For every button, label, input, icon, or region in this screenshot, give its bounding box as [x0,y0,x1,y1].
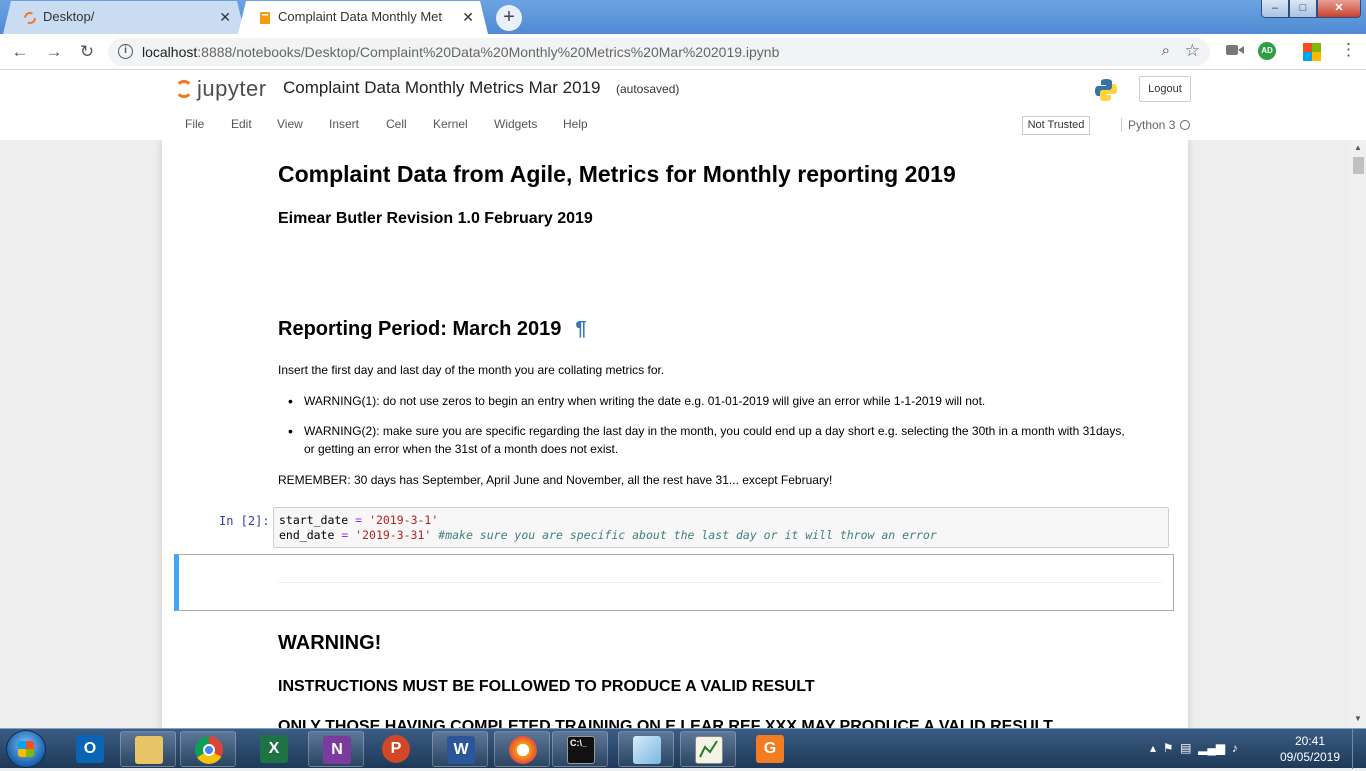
clock-time: 20:41 [1294,734,1326,748]
taskbar-outlook[interactable]: O [62,731,118,767]
search-icon[interactable]: ⌕ [1162,42,1170,59]
jupyter-logo-icon [175,80,193,98]
logout-button[interactable]: Logout [1139,76,1191,102]
instructions-heading: INSTRUCTIONS MUST BE FOLLOWED TO PRODUCE… [278,678,815,695]
file-explorer-icon [135,736,163,764]
minimize-button[interactable]: – [1261,0,1289,18]
notebook-title[interactable]: Complaint Data Monthly Metrics Mar 2019 [283,78,600,98]
clock-date: 09/05/2019 [1279,750,1341,764]
taskbar-clock[interactable]: 20:41 09/05/2019 [1275,733,1345,765]
tab-complaint-data[interactable]: Complaint Data Monthly Metrics ✕ [238,1,488,34]
remember-text: REMEMBER: 30 days has September, April J… [278,473,833,487]
intro-text: Insert the first day and last day of the… [278,363,665,377]
tab-desktop[interactable]: Desktop/ ✕ [3,1,245,34]
forward-arrow-icon[interactable]: → [42,40,66,64]
excel-icon: X [260,735,288,763]
reload-icon[interactable]: ↻ [75,40,99,64]
tab-label: Complaint Data Monthly Metrics [278,9,443,24]
new-tab-button[interactable]: + [496,5,522,31]
menu-view[interactable]: View [277,117,303,131]
office-extension-icon[interactable] [1303,43,1321,61]
trust-status-button[interactable]: Not Trusted [1022,116,1090,135]
taskbar-cmd[interactable]: C:\_ [552,731,608,767]
menu-help[interactable]: Help [563,117,588,131]
tab-label: Desktop/ [43,9,95,24]
back-arrow-icon[interactable]: ← [8,40,32,64]
autosave-status: (autosaved) [616,82,680,96]
powerpoint-icon: P [382,735,410,763]
browser-icon [509,736,537,764]
taskbar-notepad[interactable] [618,731,674,767]
menu-cell[interactable]: Cell [386,117,407,131]
kernel-idle-indicator-icon [1180,120,1190,130]
warning-heading: WARNING! [278,632,382,654]
notepad-icon [633,736,661,764]
camera-extension-icon[interactable] [1226,43,1244,57]
outlook-icon: O [76,735,104,763]
onenote-icon: N [323,736,351,764]
notebook-favicon-icon [260,12,270,24]
taskbar-pdf[interactable]: G [742,731,798,767]
notebook-page: Complaint Data from Agile, Metrics for M… [162,140,1188,728]
jupyter-favicon-icon [24,12,36,24]
show-desktop-button[interactable] [1352,729,1366,769]
vertical-scrollbar[interactable]: ▲ ▼ [1350,140,1366,728]
taskbar-chrome[interactable] [180,731,236,767]
list-item: WARNING(2): make sure you are specific r… [278,422,1128,458]
maximize-button[interactable]: □ [1289,0,1317,18]
menu-edit[interactable]: Edit [231,117,252,131]
window-close-button[interactable]: ✕ [1317,0,1361,18]
system-tray[interactable]: ▴ ⚑ ▤ ▂▄▆ ♪ [1150,741,1238,755]
chrome-icon [195,736,223,764]
selected-empty-cell[interactable] [174,554,1174,611]
info-icon[interactable]: i [118,44,133,59]
code-cell-editor[interactable]: start_date = '2019-3-1' end_date = '2019… [273,507,1169,548]
notebook-main-heading: Complaint Data from Agile, Metrics for M… [278,161,956,187]
url-text[interactable]: localhost:8888/notebooks/Desktop/Complai… [142,44,779,60]
cell-input-prompt: In [2]: [219,514,270,528]
taskbar-word[interactable]: W [432,731,488,767]
start-button[interactable] [6,730,46,768]
taskbar-powerpoint[interactable]: P [368,731,424,767]
taskbar-excel[interactable]: X [246,731,302,767]
kernel-name[interactable]: Python 3 [1121,118,1175,132]
jupyter-logo[interactable]: jupyter [175,76,267,102]
anchor-link-icon[interactable]: ¶ [575,318,586,340]
address-bar[interactable]: i localhost:8888/notebooks/Desktop/Compl… [108,38,1210,66]
profile-avatar[interactable]: AD [1258,42,1276,60]
taskbar-browser[interactable] [494,731,550,767]
python-logo-icon [1095,79,1117,101]
taskbar-onenote[interactable]: N [308,731,364,767]
training-heading: ONLY THOSE HAVING COMPLETED TRAINING ON … [278,718,1053,728]
jupyter-header: jupyter Complaint Data Monthly Metrics M… [0,70,1366,140]
close-icon[interactable]: ✕ [219,1,231,33]
author-revision: Eimear Butler Revision 1.0 February 2019 [278,210,593,227]
warning-list: WARNING(1): do not use zeros to begin an… [278,392,1128,458]
browser-tab-strip: Desktop/ ✕ Complaint Data Monthly Metric… [0,0,1366,34]
close-icon[interactable]: ✕ [462,1,474,33]
reporting-period-heading: Reporting Period: March 2019 ¶ [278,318,587,340]
pdf-icon: G [756,735,784,763]
list-item: WARNING(1): do not use zeros to begin an… [278,392,1128,410]
menu-widgets[interactable]: Widgets [494,117,537,131]
cmd-icon: C:\_ [567,736,595,764]
word-icon: W [447,736,475,764]
windows-taskbar: O X N P W C:\_ G ▴ ⚑ ▤ ▂▄▆ ♪ 20:41 09/05… [0,728,1366,769]
menu-insert[interactable]: Insert [329,117,359,131]
scroll-up-icon[interactable]: ▲ [1354,143,1362,152]
divider [278,582,1163,583]
scrollbar-thumb[interactable] [1353,157,1364,174]
menu-kebab-icon[interactable]: ⋮ [1340,40,1357,60]
notebook-container[interactable]: Complaint Data from Agile, Metrics for M… [0,140,1350,728]
bookmark-star-icon[interactable]: ☆ [1185,41,1200,61]
chart-app-icon [695,736,723,764]
menu-kernel[interactable]: Kernel [433,117,468,131]
taskbar-chart-app[interactable] [680,731,736,767]
taskbar-file-explorer[interactable] [120,731,176,767]
menu-file[interactable]: File [185,117,204,131]
browser-toolbar: ← → ↻ i localhost:8888/notebooks/Desktop… [0,34,1366,70]
scroll-down-icon[interactable]: ▼ [1354,714,1362,723]
